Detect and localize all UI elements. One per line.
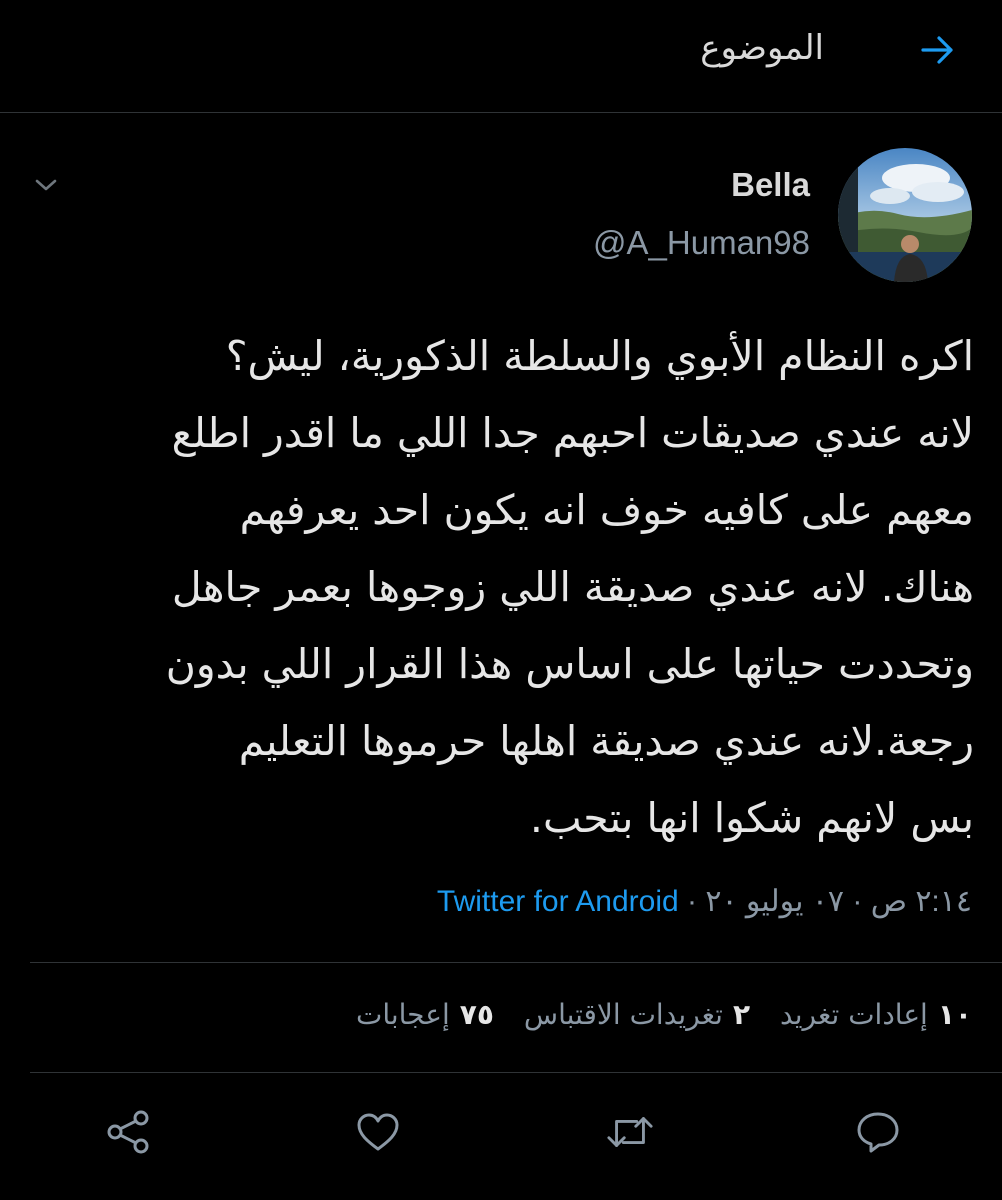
heart-icon: [357, 1113, 399, 1151]
quotes-count: ٢: [732, 998, 751, 1031]
tweet-text-line: اكره النظام الأبوي والسلطة الذكورية، ليش…: [225, 332, 974, 380]
likes-stat[interactable]: ٧٥ إعجابات: [356, 998, 494, 1031]
tweet-source-link[interactable]: Twitter for Android: [437, 885, 679, 918]
tweet-stats: ١٠ إعادات تغريد ٢ تغريدات الاقتباس ٧٥ إع…: [356, 998, 972, 1031]
quotes-stat[interactable]: ٢ تغريدات الاقتباس: [524, 998, 750, 1031]
avatar-photo: [838, 148, 972, 282]
tweet-meta: ٢:١٤ ص · ٠٧ يوليو ٢٠ · Twitter for Andro…: [437, 884, 972, 919]
share-icon: [107, 1110, 149, 1154]
retweets-stat[interactable]: ١٠ إعادات تغريد: [780, 998, 972, 1031]
avatar[interactable]: [838, 148, 972, 282]
tweet-timestamp[interactable]: ٢:١٤ ص · ٠٧ يوليو ٢٠: [705, 885, 972, 918]
reply-button[interactable]: [854, 1108, 902, 1156]
back-button[interactable]: [918, 30, 958, 70]
retweets-label: إعادات تغريد: [780, 998, 928, 1031]
divider: [30, 1072, 1002, 1073]
tweet-text-line: وتحددت حياتها على اساس هذا القرار اللي ب…: [165, 640, 974, 688]
tweet-text-line: هناك. لانه عندي صديقة اللي زوجوها بعمر ج…: [171, 563, 974, 611]
tweet-text-line: رجعة.لانه عندي صديقة اهلها حرموها التعلي…: [238, 717, 974, 765]
page-title: الموضوع: [700, 28, 824, 68]
chevron-down-icon: [35, 179, 57, 191]
tweet-text-line: معهم على كافيه خوف انه يكون احد يعرفهم: [239, 486, 974, 534]
retweet-icon: [607, 1117, 653, 1147]
user-handle[interactable]: @A_Human98: [593, 224, 810, 262]
likes-count: ٧٥: [459, 998, 494, 1031]
more-options-button[interactable]: [28, 170, 64, 200]
retweet-button[interactable]: [606, 1108, 654, 1156]
likes-label: إعجابات: [355, 998, 450, 1031]
quotes-label: تغريدات الاقتباس: [523, 998, 723, 1031]
like-button[interactable]: [354, 1108, 402, 1156]
reply-icon: [857, 1112, 899, 1153]
meta-separator: ·: [678, 885, 706, 918]
tweet-detail-page: الموضوع Bella @A_Human98 اكره النظام الأ…: [0, 0, 1002, 1200]
share-button[interactable]: [104, 1108, 152, 1156]
tweet-text: اكره النظام الأبوي والسلطة الذكورية، ليش…: [36, 318, 974, 857]
arrow-right-icon: [921, 36, 953, 64]
divider: [30, 962, 1002, 963]
tweet-text-line: بس لانهم شكوا انها بتحب.: [529, 794, 974, 842]
display-name[interactable]: Bella: [731, 166, 810, 204]
tweet-text-line: لانه عندي صديقات احبهم جدا اللي ما اقدر …: [171, 409, 974, 457]
retweets-count: ١٠: [937, 998, 972, 1031]
top-header: الموضوع: [0, 0, 1002, 113]
